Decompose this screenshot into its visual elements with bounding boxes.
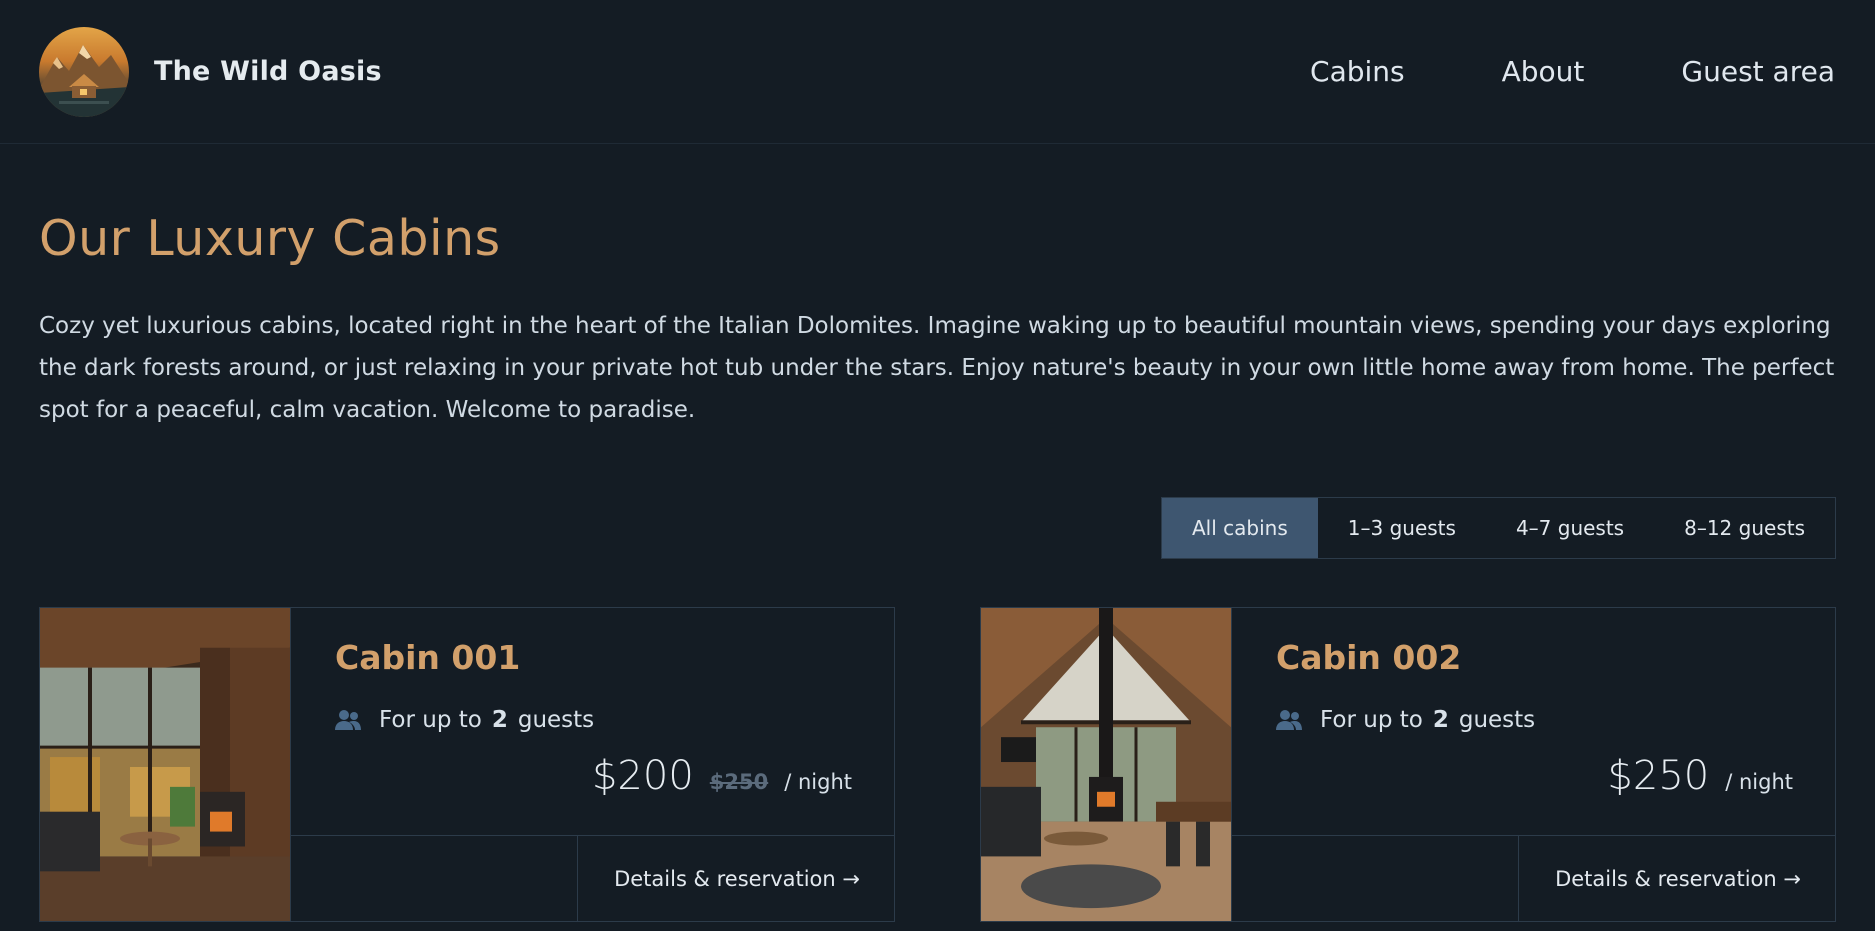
- cabin-list: Cabin 001 For up to 2 guests $200 $250 / n…: [39, 607, 1836, 922]
- users-icon: [335, 708, 361, 732]
- filter-8-12-guests[interactable]: 8–12 guests: [1654, 498, 1835, 558]
- brand-name[interactable]: The Wild Oasis: [154, 56, 382, 87]
- cabin-price: $250: [1607, 753, 1710, 799]
- price-row: $250 / night: [1276, 753, 1793, 799]
- guests-count: 2: [1432, 707, 1449, 733]
- filter-4-7-guests[interactable]: 4–7 guests: [1486, 498, 1654, 558]
- cabin-guests: For up to 2 guests: [335, 707, 852, 733]
- cabin-name: Cabin 001: [335, 638, 521, 677]
- brand[interactable]: The Wild Oasis: [39, 26, 382, 117]
- per-night-label: / night: [1725, 770, 1793, 794]
- cabin-old-price: $250: [709, 770, 769, 794]
- guest-filter: All cabins 1–3 guests 4–7 guests 8–12 gu…: [1161, 497, 1836, 559]
- details-reservation-link[interactable]: Details & reservation →: [1518, 836, 1835, 921]
- cabin-image: [40, 608, 290, 921]
- per-night-label: / night: [784, 770, 852, 794]
- site-header: The Wild Oasis Cabins About Guest area: [0, 0, 1875, 144]
- price-row: $200 $250 / night: [335, 753, 852, 799]
- details-reservation-link[interactable]: Details & reservation →: [577, 836, 894, 921]
- filter-1-3-guests[interactable]: 1–3 guests: [1318, 498, 1486, 558]
- cabin-mountain-logo-icon[interactable]: [39, 26, 129, 117]
- page-title: Our Luxury Cabins: [39, 210, 501, 267]
- guests-prefix: For up to: [1320, 707, 1423, 733]
- main-content: Our Luxury Cabins Cozy yet luxurious cab…: [0, 210, 1875, 922]
- guests-suffix: guests: [1458, 707, 1536, 733]
- cabin-card-body: Cabin 002 For up to 2 guests $250 / night …: [1231, 608, 1835, 921]
- cabin-card: Cabin 002 For up to 2 guests $250 / night …: [980, 607, 1836, 922]
- cabin-guests: For up to 2 guests: [1276, 707, 1793, 733]
- nav-link-cabins[interactable]: Cabins: [1310, 55, 1405, 88]
- users-icon: [1276, 708, 1302, 732]
- cabin-card-footer: Details & reservation →: [290, 835, 894, 921]
- cabin-card-info: Cabin 001 For up to 2 guests $200 $250 / n…: [290, 608, 894, 835]
- cabin-card-footer: Details & reservation →: [1231, 835, 1835, 921]
- main-nav: Cabins About Guest area: [1310, 55, 1835, 88]
- guests-count: 2: [491, 707, 508, 733]
- nav-link-about[interactable]: About: [1502, 55, 1585, 88]
- cabin-card-info: Cabin 002 For up to 2 guests $250 / night: [1231, 608, 1835, 835]
- guests-suffix: guests: [517, 707, 595, 733]
- nav-link-guest-area[interactable]: Guest area: [1681, 55, 1835, 88]
- intro-text: Cozy yet luxurious cabins, located right…: [39, 313, 1835, 423]
- cabin-image: [981, 608, 1231, 921]
- guests-prefix: For up to: [379, 707, 482, 733]
- filter-all-cabins[interactable]: All cabins: [1162, 498, 1318, 558]
- cabin-card-body: Cabin 001 For up to 2 guests $200 $250 / n…: [290, 608, 894, 921]
- cabin-price: $200: [591, 753, 694, 799]
- filter-row: All cabins 1–3 guests 4–7 guests 8–12 gu…: [39, 497, 1836, 559]
- cabin-card: Cabin 001 For up to 2 guests $200 $250 / n…: [39, 607, 895, 922]
- cabin-name: Cabin 002: [1276, 638, 1462, 677]
